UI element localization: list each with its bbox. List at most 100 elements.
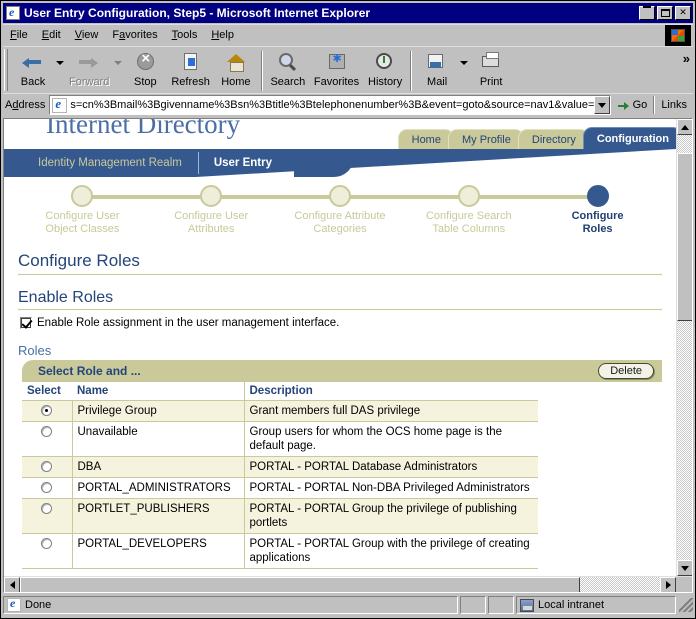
train-step-label-line2: Table Columns: [432, 223, 506, 235]
toolbar-separator: [260, 51, 263, 91]
table-row[interactable]: DBA PORTAL - PORTAL Database Administrat…: [22, 456, 538, 478]
brand-title: Internet Directory: [46, 119, 241, 139]
scroll-right-button[interactable]: [660, 577, 676, 592]
address-input[interactable]: s=cn%3Bmail%3Bgivenname%3Bsn%3Btitle%3Bt…: [49, 95, 611, 115]
row-select-cell[interactable]: [22, 498, 73, 534]
forward-button[interactable]: Forward: [65, 49, 113, 88]
mail-button[interactable]: Mail: [415, 49, 459, 88]
go-button[interactable]: Go: [611, 99, 654, 112]
links-button[interactable]: Links: [655, 99, 693, 111]
role-name-cell: Unavailable: [72, 421, 245, 457]
toolbar-grip[interactable]: [4, 49, 8, 91]
table-row[interactable]: Privilege Group Grant members full DAS p…: [22, 400, 538, 422]
role-description-cell: Grant members full DAS privilege: [244, 400, 538, 422]
page-title: Configure Roles: [18, 251, 662, 275]
vertical-scroll-track[interactable]: [677, 321, 692, 560]
train-step-configure-search-table-columns[interactable]: Configure Search Table Columns: [404, 185, 598, 236]
train-step-label-line1: Configure User: [45, 210, 120, 222]
enable-roles-checkbox-row[interactable]: Enable Role assignment in the user manag…: [20, 317, 662, 329]
train-connector: [339, 195, 469, 199]
menu-bar: File Edit View Favorites Tools Help: [3, 24, 693, 46]
role-radio-button[interactable]: [41, 461, 53, 473]
search-button[interactable]: Search: [266, 49, 310, 88]
menu-item-edit[interactable]: Edit: [35, 27, 68, 43]
stop-icon: [132, 50, 158, 75]
train-connector: [211, 195, 340, 199]
row-select-cell[interactable]: [22, 477, 73, 499]
page-content: Configure Roles Enable Roles Enable Role…: [4, 251, 676, 569]
role-radio-button[interactable]: [41, 426, 53, 438]
row-select-cell[interactable]: [22, 421, 73, 457]
row-select-cell[interactable]: [22, 533, 73, 569]
role-radio-button[interactable]: [41, 482, 53, 494]
train-step-configure-user-object-classes[interactable]: Configure User Object Classes: [18, 185, 212, 236]
scroll-up-button[interactable]: [677, 119, 692, 135]
row-select-cell[interactable]: [22, 400, 73, 422]
train-step-label-line2: Categories: [313, 223, 367, 235]
forward-dropdown-button[interactable]: [113, 61, 123, 65]
subtab-user-entry[interactable]: User Entry: [197, 152, 288, 174]
tab-directory[interactable]: Directory: [517, 129, 589, 149]
roles-section-label: Roles: [18, 343, 52, 358]
role-radio-button[interactable]: [41, 538, 53, 550]
back-dropdown-button[interactable]: [55, 61, 65, 65]
train-step-configure-user-attributes[interactable]: Configure User Attributes: [147, 185, 340, 236]
tab-home[interactable]: Home: [397, 129, 454, 149]
row-select-cell[interactable]: [22, 456, 73, 478]
subtab-tail: [294, 149, 354, 177]
stop-button-label: Stop: [134, 76, 157, 88]
menu-item-tools[interactable]: Tools: [165, 27, 205, 43]
security-zone-panel[interactable]: Local intranet: [516, 596, 676, 614]
tab-configuration[interactable]: Configuration: [582, 127, 676, 149]
history-button[interactable]: History: [363, 49, 407, 88]
train-step-label: Configure Search Table Columns: [426, 210, 512, 236]
enable-roles-checkbox[interactable]: [20, 317, 32, 329]
horizontal-scrollbar[interactable]: [4, 576, 692, 592]
role-radio-button[interactable]: [41, 405, 53, 417]
vertical-scroll-track[interactable]: [677, 135, 692, 153]
menu-item-help[interactable]: Help: [204, 27, 241, 43]
mail-dropdown-button[interactable]: [459, 61, 469, 65]
resize-grip[interactable]: [679, 598, 693, 612]
favorites-button[interactable]: Favorites: [310, 49, 363, 88]
chevron-right-icon: [665, 581, 671, 589]
stop-button[interactable]: Stop: [123, 49, 167, 88]
maximize-button[interactable]: [657, 6, 673, 20]
back-button[interactable]: Back: [11, 49, 55, 88]
browser-viewport: Internet Directory Home My Profile Direc…: [3, 118, 693, 593]
subtab-identity-management-realm[interactable]: Identity Management Realm: [22, 157, 198, 169]
address-dropdown-button[interactable]: [593, 96, 610, 114]
search-button-label: Search: [270, 76, 306, 88]
table-row[interactable]: PORTLET_PUBLISHERS PORTAL - PORTAL Group…: [22, 498, 538, 534]
scroll-left-button[interactable]: [4, 577, 20, 592]
menu-item-view[interactable]: View: [68, 27, 106, 43]
vertical-scrollbar[interactable]: [676, 119, 692, 576]
role-name-cell: DBA: [72, 456, 245, 478]
role-description-cell: PORTAL - PORTAL Non-DBA Privileged Admin…: [244, 477, 538, 499]
vertical-scroll-thumb[interactable]: [677, 153, 692, 321]
menu-item-favorites[interactable]: Favorites: [105, 27, 164, 43]
horizontal-scroll-thumb[interactable]: [20, 577, 580, 592]
delete-button[interactable]: Delete: [598, 363, 654, 379]
close-button[interactable]: ✕: [675, 6, 691, 20]
home-button[interactable]: Home: [214, 49, 258, 88]
scroll-down-button[interactable]: [677, 560, 692, 576]
table-row[interactable]: Unavailable Group users for whom the OCS…: [22, 421, 538, 457]
forward-button-label: Forward: [69, 76, 110, 88]
table-row[interactable]: PORTAL_DEVELOPERS PORTAL - PORTAL Group …: [22, 533, 538, 569]
forward-arrow-icon: [76, 51, 102, 75]
train-step-configure-roles[interactable]: Configure Roles: [533, 185, 662, 236]
menu-item-file[interactable]: File: [3, 27, 35, 43]
train-step-configure-attribute-categories[interactable]: Configure Attribute Categories: [276, 185, 469, 236]
role-radio-button[interactable]: [41, 503, 53, 515]
tab-my-profile[interactable]: My Profile: [447, 129, 524, 149]
print-button[interactable]: Print: [469, 49, 513, 88]
role-description-cell: PORTAL - PORTAL Database Administrators: [244, 456, 538, 478]
horizontal-scroll-track[interactable]: [580, 577, 660, 592]
print-button-label: Print: [479, 76, 503, 88]
table-row[interactable]: PORTAL_ADMINISTRATORS PORTAL - PORTAL No…: [22, 477, 538, 499]
toolbar-overflow-button[interactable]: »: [683, 51, 690, 66]
refresh-button[interactable]: Refresh: [167, 49, 214, 88]
back-arrow-icon: [20, 51, 46, 75]
minimize-button[interactable]: [639, 6, 655, 20]
